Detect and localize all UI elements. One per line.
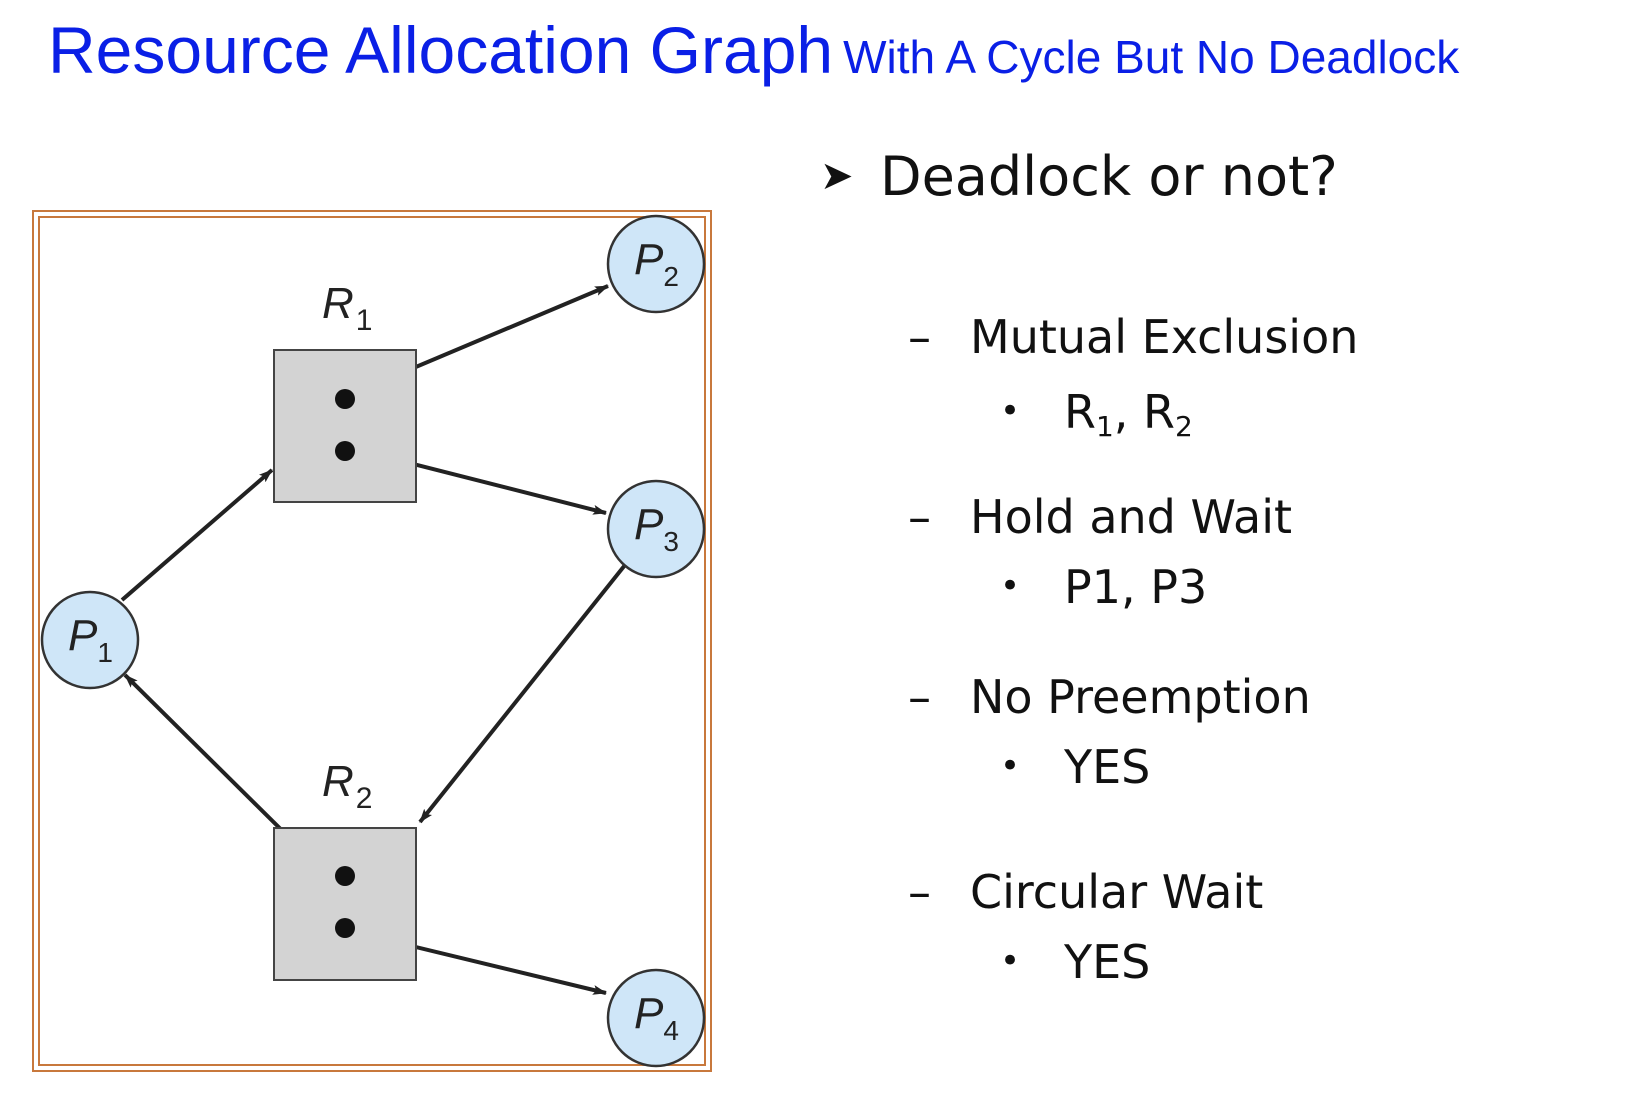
bullet-marker: •: [1000, 746, 1021, 786]
question-text: Deadlock or not?: [880, 145, 1338, 208]
condition-mutual-exclusion: – Mutual Exclusion: [908, 310, 1358, 364]
edge-p3-r2: [418, 563, 627, 824]
edge-p1-r1: [120, 468, 274, 602]
resource-r2: R2: [273, 757, 417, 981]
dash-marker: –: [908, 490, 931, 544]
process-p2: P2: [606, 214, 706, 314]
condition-circular-wait-value: • YES: [1000, 935, 1150, 989]
bullet-marker: •: [1000, 566, 1021, 606]
condition-value: P1, P3: [1064, 560, 1208, 614]
dash-marker: –: [908, 865, 931, 919]
value-part-sub-1: 1: [1095, 410, 1114, 443]
condition-no-preemption-value: • YES: [1000, 740, 1150, 794]
process-p4: P4: [606, 968, 706, 1068]
condition-value: YES: [1064, 740, 1151, 794]
question-line: ➤ Deadlock or not?: [820, 145, 1338, 208]
arrow-bullet-icon: ➤: [820, 153, 854, 199]
resource-allocation-graph: R1 R2 P1 P2 P3 P4: [40, 214, 706, 1068]
value-part-r2: , R: [1113, 385, 1176, 439]
resource-r2-box: [273, 827, 417, 981]
process-p4-sub: 4: [663, 1015, 679, 1046]
condition-label: No Preemption: [970, 670, 1311, 724]
resource-r2-instance-2: [335, 918, 355, 938]
bullet-marker: •: [1000, 391, 1021, 431]
resource-r1-label: R1: [322, 279, 372, 337]
condition-no-preemption: – No Preemption: [908, 670, 1311, 724]
process-p1-letter: P: [68, 611, 98, 660]
resource-r2-sub: 2: [356, 782, 373, 815]
resource-r1-letter: R: [322, 279, 354, 328]
condition-circular-wait: – Circular Wait: [908, 865, 1263, 919]
process-p1: P1: [40, 590, 140, 690]
condition-hold-and-wait-value: • P1, P3: [1000, 560, 1207, 614]
resource-r2-instance-1: [335, 866, 355, 886]
value-part-sub-2: 2: [1175, 410, 1193, 443]
bullet-marker: •: [1000, 941, 1021, 981]
resource-r1: R1: [273, 279, 417, 503]
resource-r1-sub: 1: [356, 304, 373, 337]
process-p1-sub: 1: [97, 637, 113, 668]
process-p3-sub: 3: [663, 526, 679, 557]
process-p2-letter: P: [634, 235, 664, 284]
process-p3-letter: P: [634, 500, 664, 549]
resource-r1-box: [273, 349, 417, 503]
dash-marker: –: [908, 670, 931, 724]
process-p2-sub: 2: [663, 261, 679, 292]
resource-r2-label: R2: [322, 757, 372, 815]
value-part-r: R: [1064, 385, 1096, 439]
resource-r1-instance-2: [335, 441, 355, 461]
condition-label: Hold and Wait: [970, 490, 1293, 544]
condition-value: YES: [1064, 935, 1151, 989]
process-p4-letter: P: [634, 989, 664, 1038]
condition-label: Mutual Exclusion: [970, 310, 1359, 364]
process-p3: P3: [606, 479, 706, 579]
resource-r1-instance-1: [335, 389, 355, 409]
resource-r2-letter: R: [322, 757, 354, 806]
condition-hold-and-wait: – Hold and Wait: [908, 490, 1292, 544]
dash-marker: –: [908, 310, 931, 364]
condition-label: Circular Wait: [970, 865, 1264, 919]
condition-mutual-exclusion-value: • R1, R2: [1000, 385, 1193, 443]
